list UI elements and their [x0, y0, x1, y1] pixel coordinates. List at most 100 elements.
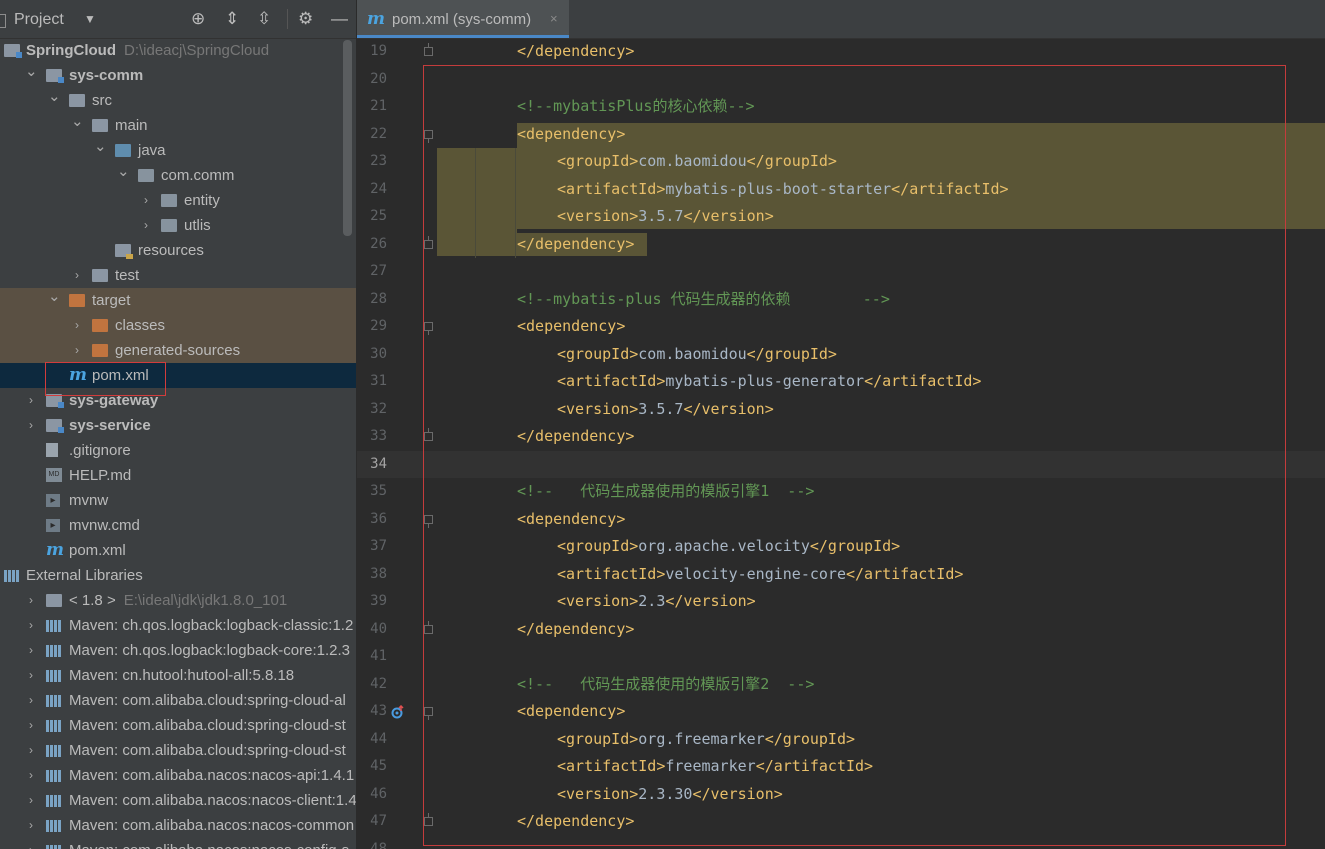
chevron-right-icon[interactable]: › — [25, 688, 37, 713]
tree-item[interactable]: ⌄ com.comm — [0, 163, 356, 188]
tree-item-label: test — [115, 263, 139, 288]
tree-item[interactable]: › Maven: cn.hutool:hutool-all:5.8.18 — [0, 663, 356, 688]
tree-item[interactable]: › entity — [0, 188, 356, 213]
shell-file-icon: ▸ — [46, 494, 60, 507]
tree-item[interactable]: › sys-service — [0, 413, 356, 438]
chevron-right-icon[interactable]: › — [25, 788, 37, 813]
tree-item-label: HELP.md — [69, 463, 131, 488]
chevron-down-icon[interactable]: ⌄ — [71, 109, 84, 134]
maven-icon: m — [46, 540, 64, 560]
project-view-title[interactable]: Project — [14, 11, 64, 29]
tree-item[interactable]: › generated-sources — [0, 338, 356, 363]
gear-icon[interactable]: ⚙ — [298, 9, 313, 29]
tree-item[interactable]: › < 1.8 > E:\ideal\jdk\jdk1.8.0_101 — [0, 588, 356, 613]
chevron-right-icon[interactable]: › — [25, 713, 37, 738]
chevron-right-icon[interactable]: › — [25, 388, 37, 413]
tree-item-name: main — [115, 117, 148, 134]
tree-item[interactable]: › Maven: com.alibaba.cloud:spring-cloud-s… — [0, 738, 356, 763]
tree-item[interactable]: ⌄ target — [0, 288, 356, 313]
chevron-right-icon[interactable]: › — [71, 338, 83, 363]
close-icon[interactable]: × — [550, 11, 558, 26]
tree-item[interactable]: ▸ mvnw — [0, 488, 356, 513]
chevron-down-icon[interactable]: ▼ — [84, 12, 96, 26]
library-icon — [46, 795, 62, 807]
line-number: 43 — [370, 703, 387, 719]
tree-item-label: Maven: ch.qos.logback:logback-core:1.2.3 — [69, 638, 350, 663]
tree-item[interactable]: › Maven: ch.qos.logback:logback-core:1.2.… — [0, 638, 356, 663]
tree-item[interactable]: › Maven: com.alibaba.nacos:nacos-config-s — [0, 838, 356, 849]
chevron-right-icon[interactable]: › — [25, 663, 37, 688]
maven-dependency-marker-icon[interactable] — [391, 704, 405, 719]
tree-item[interactable]: MD HELP.md — [0, 463, 356, 488]
chevron-down-icon[interactable]: ⌄ — [48, 84, 61, 109]
line-number: 44 — [370, 730, 387, 747]
chevron-right-icon[interactable]: › — [140, 188, 152, 213]
tree-item[interactable]: ⌄External Libraries — [0, 563, 356, 588]
tree-item-name: src — [92, 92, 112, 109]
tree-item[interactable]: › classes — [0, 313, 356, 338]
tree-item-label: Maven: com.alibaba.cloud:spring-cloud-st — [69, 713, 346, 738]
chevron-right-icon[interactable]: › — [25, 763, 37, 788]
tree-item[interactable]: m pom.xml — [0, 538, 356, 563]
tree-item-label: com.comm — [161, 163, 234, 188]
tree-item[interactable]: › Maven: com.alibaba.cloud:spring-cloud-s… — [0, 713, 356, 738]
tree-item-name: test — [115, 267, 140, 284]
tree-item[interactable]: ⌄ main — [0, 113, 356, 138]
line-number: 19 — [370, 43, 387, 59]
chevron-right-icon[interactable]: › — [25, 588, 37, 613]
tree-item[interactable]: › utlis — [0, 213, 356, 238]
code-line[interactable]: </dependency> — [517, 38, 634, 66]
tree-item[interactable]: resources — [0, 238, 356, 263]
tree-item[interactable]: ▸ mvnw.cmd — [0, 513, 356, 538]
tree-item[interactable]: ⌄ src — [0, 88, 356, 113]
chevron-right-icon[interactable]: › — [71, 263, 83, 288]
line-number: 25 — [370, 208, 387, 224]
line-number: 36 — [370, 510, 387, 527]
chevron-down-icon[interactable]: ⌄ — [48, 284, 61, 309]
library-icon — [46, 770, 62, 782]
toolbar-divider — [287, 9, 288, 29]
line-number: 35 — [370, 483, 387, 499]
tree-item-name: HELP.md — [69, 467, 132, 484]
tree-item-label: entity — [184, 188, 220, 213]
chevron-right-icon[interactable]: › — [25, 838, 37, 849]
tree-scrollbar[interactable] — [343, 40, 352, 236]
tree-item[interactable]: ⌄SpringCloudD:\ideacj\SpringCloud — [0, 38, 356, 63]
tree-item-name: com.comm — [161, 167, 235, 184]
chevron-right-icon[interactable]: › — [25, 413, 37, 438]
line-number: 38 — [370, 565, 387, 582]
tree-item-label: SpringCloud D:\ideacj\SpringCloud — [26, 38, 269, 63]
tree-item-label: Maven: ch.qos.logback:logback-classic:1.… — [69, 613, 353, 638]
tree-item-name: entity — [184, 192, 220, 209]
chevron-down-icon[interactable]: ⌄ — [117, 159, 130, 184]
line-number: 31 — [370, 373, 387, 389]
tree-item[interactable]: › Maven: com.alibaba.nacos:nacos-common — [0, 813, 356, 838]
tab-pom-xml[interactable]: m pom.xml (sys-comm) × — [357, 0, 569, 38]
chevron-right-icon[interactable]: › — [140, 213, 152, 238]
expand-all-icon[interactable]: ⇕ — [225, 9, 239, 29]
tree-item[interactable]: › Maven: com.alibaba.nacos:nacos-client:1… — [0, 788, 356, 813]
tree-item[interactable]: › Maven: com.alibaba.nacos:nacos-api:1.4.… — [0, 763, 356, 788]
tree-item[interactable]: › Maven: ch.qos.logback:logback-classic:1… — [0, 613, 356, 638]
chevron-down-icon[interactable]: ⌄ — [94, 134, 107, 159]
tree-item[interactable]: ⌄ java — [0, 138, 356, 163]
tree-item-name: Maven: com.alibaba.cloud:spring-cloud-st — [69, 742, 346, 759]
maven-icon: m — [367, 9, 385, 29]
library-icon — [46, 845, 62, 849]
chevron-right-icon[interactable]: › — [25, 813, 37, 838]
tree-item-label: pom.xml — [69, 538, 126, 563]
line-number: 27 — [370, 263, 387, 279]
collapse-all-icon[interactable]: ⇳ — [257, 9, 271, 29]
line-number: 41 — [370, 648, 387, 664]
locate-file-icon[interactable]: ⊕ — [191, 9, 205, 29]
chevron-right-icon[interactable]: › — [25, 613, 37, 638]
tree-item-label: Maven: cn.hutool:hutool-all:5.8.18 — [69, 663, 294, 688]
chevron-right-icon[interactable]: › — [25, 638, 37, 663]
chevron-right-icon[interactable]: › — [25, 738, 37, 763]
chevron-down-icon[interactable]: ⌄ — [25, 59, 38, 84]
tree-item[interactable]: › Maven: com.alibaba.cloud:spring-cloud-a… — [0, 688, 356, 713]
chevron-right-icon[interactable]: › — [71, 313, 83, 338]
hide-panel-icon[interactable]: — — [331, 9, 348, 29]
fold-end-icon[interactable] — [424, 43, 433, 56]
tree-item[interactable]: .gitignore — [0, 438, 356, 463]
